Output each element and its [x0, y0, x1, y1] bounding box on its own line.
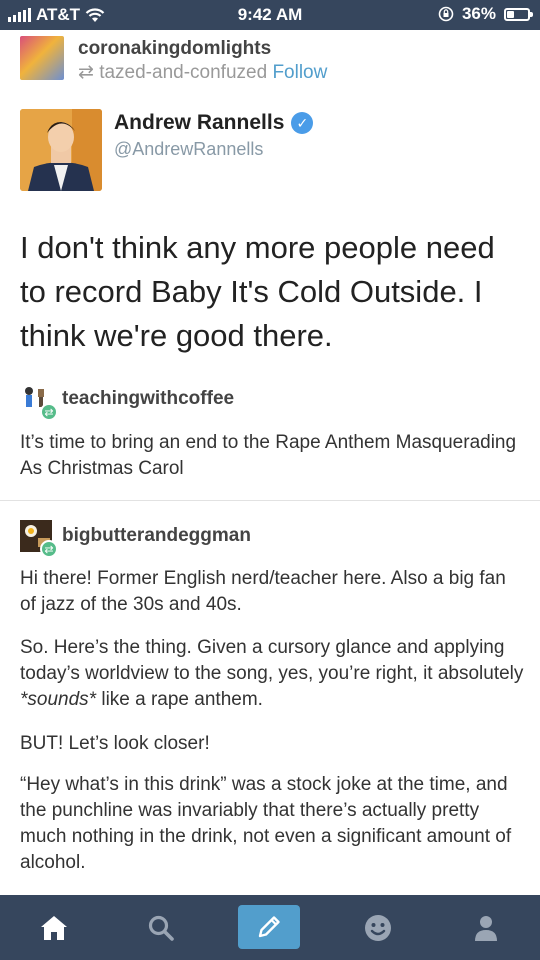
reblog-icon: ⇄ [78, 62, 94, 83]
nav-account[interactable] [464, 906, 508, 950]
nav-home[interactable] [32, 906, 76, 950]
search-icon [148, 915, 174, 941]
compose-icon [258, 916, 280, 938]
follow-button[interactable]: Follow [272, 62, 327, 83]
reblog-text-1: It’s time to bring an end to the Rape An… [20, 432, 517, 479]
reblog-paragraph-1: Hi there! Former English nerd/teacher he… [20, 568, 506, 615]
status-right: 36% [438, 4, 533, 24]
post-header: coronakingdomlights ⇄ tazed-and-confuzed… [20, 36, 520, 84]
tweet-avatar[interactable] [20, 109, 102, 191]
nav-search[interactable] [139, 906, 183, 950]
reblog-paragraph-3: BUT! Let’s look closer! [20, 733, 210, 754]
tweet-display-name[interactable]: Andrew Rannells [114, 111, 284, 135]
reblog-divider [0, 500, 540, 501]
reblog-username-2[interactable]: bigbutterandeggman [62, 525, 251, 547]
reblog-username-1[interactable]: teachingwithcoffee [62, 388, 234, 410]
reblog-badge-icon: ⇄ [40, 540, 58, 558]
paragraph-2-end: like a rape anthem. [96, 689, 263, 710]
profile-photo-icon [20, 109, 102, 191]
bottom-nav [0, 895, 540, 960]
reblogged-from[interactable]: tazed-and-confuzed [99, 62, 267, 83]
battery-fill [507, 10, 514, 18]
battery-icon [504, 7, 533, 21]
verified-icon: ✓ [291, 112, 314, 134]
tweet-handle[interactable]: @AndrewRannells [114, 139, 263, 160]
reblog-header-2: ⇄ bigbutterandeggman [20, 520, 251, 558]
blog-name[interactable]: coronakingdomlights [78, 38, 271, 60]
reblog-line: ⇄ tazed-and-confuzed Follow [78, 61, 327, 84]
reblog-header-1: ⇄ teachingwithcoffee [20, 383, 234, 421]
tweet-author: Andrew Rannells ✓ [114, 111, 314, 135]
reblog-avatar-1[interactable]: ⇄ [20, 383, 58, 421]
status-bar: AT&T 9:42 AM 36% [0, 0, 540, 30]
reblog-paragraph-2: So. Here’s the thing. Given a cursory gl… [20, 635, 525, 713]
reblog-paragraph-4: “Hey what’s in this drink” was a stock j… [20, 774, 512, 873]
paragraph-2-start: So. Here’s the thing. Given a cursory gl… [20, 637, 524, 684]
home-icon [41, 916, 67, 940]
battery-percent: 36% [461, 4, 496, 23]
tweet-card: Andrew Rannells ✓ @AndrewRannells I don'… [0, 95, 540, 365]
tweet-text: I don't think any more people need to re… [20, 230, 495, 353]
blog-avatar[interactable] [20, 36, 64, 80]
reblog-avatar-2[interactable]: ⇄ [20, 520, 58, 558]
account-icon [475, 916, 497, 941]
nav-compose[interactable] [238, 905, 300, 949]
activity-icon [365, 915, 391, 941]
sounds-emphasis: *sounds* [20, 689, 97, 710]
reblog-badge-icon: ⇄ [40, 403, 58, 421]
rotation-lock-icon [438, 6, 454, 22]
nav-activity[interactable] [356, 906, 400, 950]
